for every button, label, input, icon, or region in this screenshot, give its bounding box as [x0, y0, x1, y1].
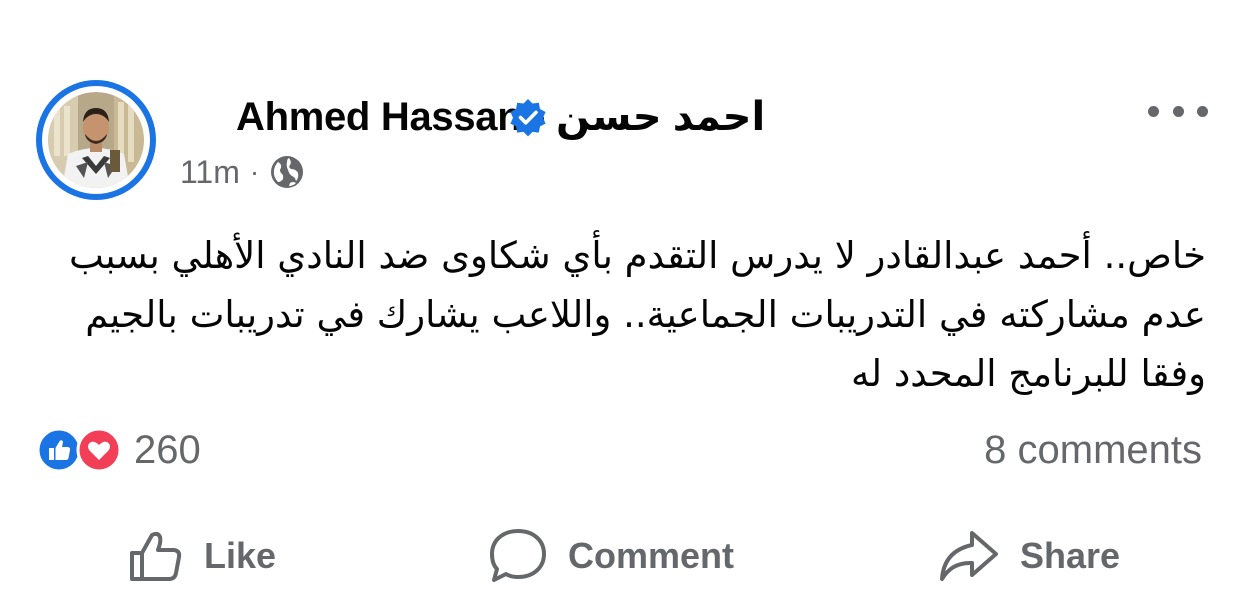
- like-button[interactable]: Like: [128, 526, 276, 586]
- facebook-post: Ahmed Hassan - احمد حسن 11m · خاص.. أحمد…: [0, 0, 1242, 612]
- post-meta: 11m ·: [180, 152, 305, 192]
- avatar-story-ring[interactable]: [36, 80, 156, 200]
- verified-badge-icon: [510, 99, 546, 137]
- comment-button[interactable]: Comment: [488, 526, 734, 586]
- author-name-row: Ahmed Hassan - احمد حسن: [236, 92, 765, 142]
- more-options-icon-dot: [1172, 105, 1184, 117]
- avatar-ring-gap: [42, 86, 150, 194]
- reactions-summary[interactable]: 260: [36, 426, 201, 474]
- comment-icon: [490, 529, 546, 582]
- author-name[interactable]: Ahmed Hassan - احمد حسن: [236, 92, 765, 142]
- reaction-count: 260: [134, 428, 201, 472]
- more-options-button[interactable]: [1148, 96, 1208, 126]
- globe-icon[interactable]: [269, 154, 305, 190]
- like-label: Like: [204, 535, 277, 576]
- share-button[interactable]: Share: [938, 526, 1120, 586]
- comment-label: Comment: [568, 535, 735, 576]
- more-options-icon-dot: [1197, 105, 1208, 117]
- comments-count-link[interactable]: 8 comments: [984, 426, 1202, 474]
- love-reaction-icon: [76, 427, 122, 473]
- share-label: Share: [1020, 535, 1121, 576]
- more-options-icon-dot: [1148, 105, 1159, 117]
- post-text: خاص.. أحمد عبدالقادر لا يدرس التقدم بأي …: [68, 234, 1206, 395]
- like-icon: [130, 531, 182, 581]
- share-icon: [940, 531, 998, 581]
- post-timestamp[interactable]: 11m: [180, 154, 240, 191]
- meta-separator: ·: [249, 156, 260, 187]
- avatar[interactable]: [48, 92, 144, 188]
